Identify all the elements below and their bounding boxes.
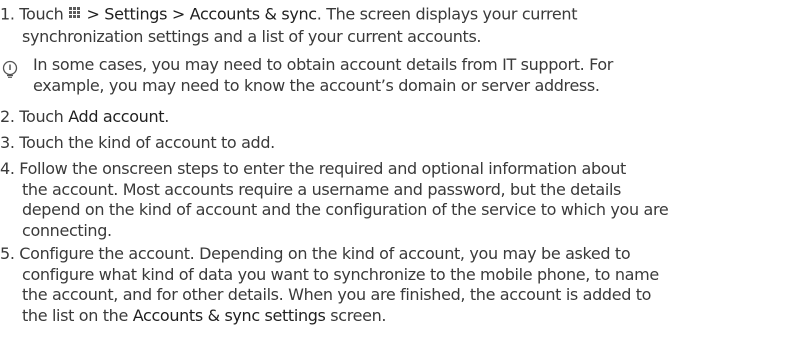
step-1: 1. Touch > Settings > Accounts & sync. Th… [0, 3, 785, 47]
step-2-suffix: . [164, 107, 169, 126]
step-4-line-1: 4. Follow the onscreen steps to enter th… [0, 159, 626, 178]
tip-lightbulb-icon [1, 60, 19, 84]
menu-grid-icon [69, 3, 81, 24]
add-account-label: Add account [68, 107, 165, 126]
accounts-sync-settings-label: Accounts & sync settings [132, 305, 326, 325]
step-5-line-4-suffix: screen. [325, 305, 387, 325]
step-3-line: 3. Touch the kind of account to add. [0, 133, 275, 152]
step-5-line-4-prefix: the list on the [22, 305, 133, 325]
step-2-prefix: 2. Touch [0, 107, 69, 126]
step-4-line-2: the account. Most accounts require a use… [22, 179, 622, 199]
step-4-line-4: connecting. [22, 220, 112, 240]
step-2-line: 2. Touch Add account. [0, 107, 785, 128]
note-line-1: In some cases, you may need to obtain ac… [33, 55, 614, 74]
step-1-line-2: synchronization settings and a list of y… [22, 26, 482, 46]
step-2: 2. Touch Add account. [0, 107, 785, 128]
note-block: In some cases, you may need to obtain ac… [0, 55, 785, 96]
note-line-2: example, you may need to know the accoun… [33, 75, 600, 95]
settings-path: > Settings > Accounts & sync [86, 4, 317, 24]
step-1-rest: . The screen displays your current [316, 4, 578, 24]
step-5-line-1: 5. Configure the account. Depending on t… [0, 244, 631, 263]
step-4-line-3: depend on the kind of account and the co… [22, 200, 669, 219]
step-1-prefix: 1. Touch [0, 4, 64, 24]
step-5-line-4: the list on the Accounts & sync settings… [0, 306, 785, 327]
step-3: 3. Touch the kind of account to add. [0, 133, 785, 154]
step-5: 5. Configure the account. Depending on t… [0, 244, 785, 326]
step-5-line-2: configure what kind of data you want to … [22, 264, 659, 284]
step-4: 4. Follow the onscreen steps to enter th… [0, 159, 785, 241]
step-1-line-1: 1. Touch > Settings > Accounts & sync. Th… [0, 3, 785, 27]
instructions-page: 1. Touch > Settings > Accounts & sync. Th… [0, 0, 791, 337]
step-5-line-3: the account, and for other details. When… [22, 285, 652, 304]
